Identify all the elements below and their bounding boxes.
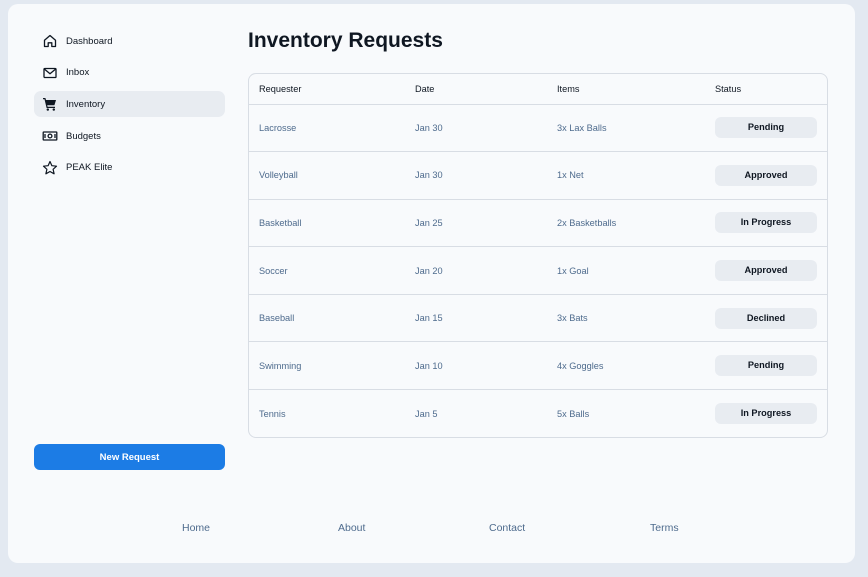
- table-row[interactable]: Baseball Jan 15 3x Bats Declined: [249, 294, 827, 343]
- sidebar-item-label: Inventory: [66, 98, 106, 110]
- cell-items: 1x Goal: [547, 246, 705, 295]
- footer-link-terms[interactable]: Terms: [650, 522, 679, 534]
- cell-items: 3x Lax Balls: [547, 104, 705, 153]
- cell-status: Pending: [705, 341, 827, 391]
- new-request-button[interactable]: New Request: [34, 444, 225, 470]
- sidebar-item-label: Dashboard: [66, 35, 113, 47]
- cell-date: Jan 10: [405, 341, 547, 391]
- cell-status: In Progress: [705, 390, 827, 437]
- cell-requester: Lacrosse: [249, 104, 405, 153]
- cell-requester: Basketball: [249, 199, 405, 248]
- cell-requester: Swimming: [249, 341, 405, 391]
- cell-items: 1x Net: [547, 151, 705, 200]
- cell-date: Jan 30: [405, 104, 547, 153]
- cell-items: 3x Bats: [547, 294, 705, 343]
- column-header-requester[interactable]: Requester: [249, 74, 405, 105]
- cart-icon: [42, 96, 58, 112]
- status-badge: Approved: [715, 260, 817, 282]
- table-row[interactable]: Swimming Jan 10 4x Goggles Pending: [249, 341, 827, 391]
- cell-status: Pending: [705, 104, 827, 153]
- footer-link-home[interactable]: Home: [182, 522, 210, 534]
- table-row[interactable]: Tennis Jan 5 5x Balls In Progress: [249, 390, 827, 437]
- money-icon: [42, 128, 58, 144]
- requests-table: Requester Date Items Status Lacrosse Jan…: [248, 73, 828, 438]
- cell-status: Declined: [705, 294, 827, 343]
- column-header-status[interactable]: Status: [705, 74, 827, 105]
- cell-items: 2x Basketballs: [547, 199, 705, 248]
- sidebar-item-peak-elite[interactable]: PEAK Elite: [34, 155, 225, 181]
- sidebar-item-label: Inbox: [66, 67, 90, 79]
- sidebar-item-inventory[interactable]: Inventory: [34, 91, 225, 118]
- cell-status: Approved: [705, 246, 827, 295]
- cell-date: Jan 25: [405, 199, 547, 248]
- cell-requester: Soccer: [249, 246, 405, 295]
- sidebar-item-inbox[interactable]: Inbox: [34, 60, 225, 86]
- cell-status: Approved: [705, 151, 827, 200]
- page-title: Inventory Requests: [248, 29, 443, 52]
- cell-date: Jan 15: [405, 294, 547, 343]
- footer-link-contact[interactable]: Contact: [489, 522, 525, 534]
- home-icon: [42, 33, 58, 49]
- column-header-date[interactable]: Date: [405, 74, 547, 105]
- status-badge: Declined: [715, 307, 817, 329]
- cell-requester: Volleyball: [249, 151, 405, 200]
- table-row[interactable]: Soccer Jan 20 1x Goal Approved: [249, 246, 827, 295]
- cell-items: 4x Goggles: [547, 341, 705, 391]
- star-icon: [42, 160, 58, 176]
- sidebar-item-label: Budgets: [66, 130, 101, 142]
- sidebar-item-dashboard[interactable]: Dashboard: [34, 28, 225, 54]
- status-badge: In Progress: [715, 403, 817, 425]
- sidebar: Dashboard Inbox Inventory Budgets PEAK E…: [34, 28, 225, 186]
- sidebar-item-label: PEAK Elite: [66, 162, 113, 174]
- cell-requester: Tennis: [259, 408, 286, 419]
- table-row[interactable]: Volleyball Jan 30 1x Net Approved: [249, 151, 827, 200]
- column-header-items[interactable]: Items: [547, 74, 705, 105]
- sidebar-item-budgets[interactable]: Budgets: [34, 123, 225, 149]
- table-header-row: Requester Date Items Status: [249, 74, 827, 105]
- status-badge: Approved: [715, 164, 817, 186]
- cell-status: In Progress: [705, 199, 827, 248]
- table-row[interactable]: Basketball Jan 25 2x Basketballs In Prog…: [249, 199, 827, 248]
- cell-items: 5x Balls: [557, 408, 590, 419]
- status-badge: In Progress: [715, 212, 817, 234]
- cell-date: Jan 5: [415, 408, 438, 419]
- status-badge: Pending: [715, 355, 817, 377]
- mail-icon: [42, 65, 58, 81]
- table-row[interactable]: Lacrosse Jan 30 3x Lax Balls Pending: [249, 104, 827, 153]
- cell-requester: Baseball: [249, 294, 405, 343]
- cell-date: Jan 30: [405, 151, 547, 200]
- status-badge: Pending: [715, 117, 817, 139]
- app-card: Dashboard Inbox Inventory Budgets PEAK E…: [8, 4, 855, 563]
- footer-link-about[interactable]: About: [338, 522, 365, 534]
- cell-date: Jan 20: [405, 246, 547, 295]
